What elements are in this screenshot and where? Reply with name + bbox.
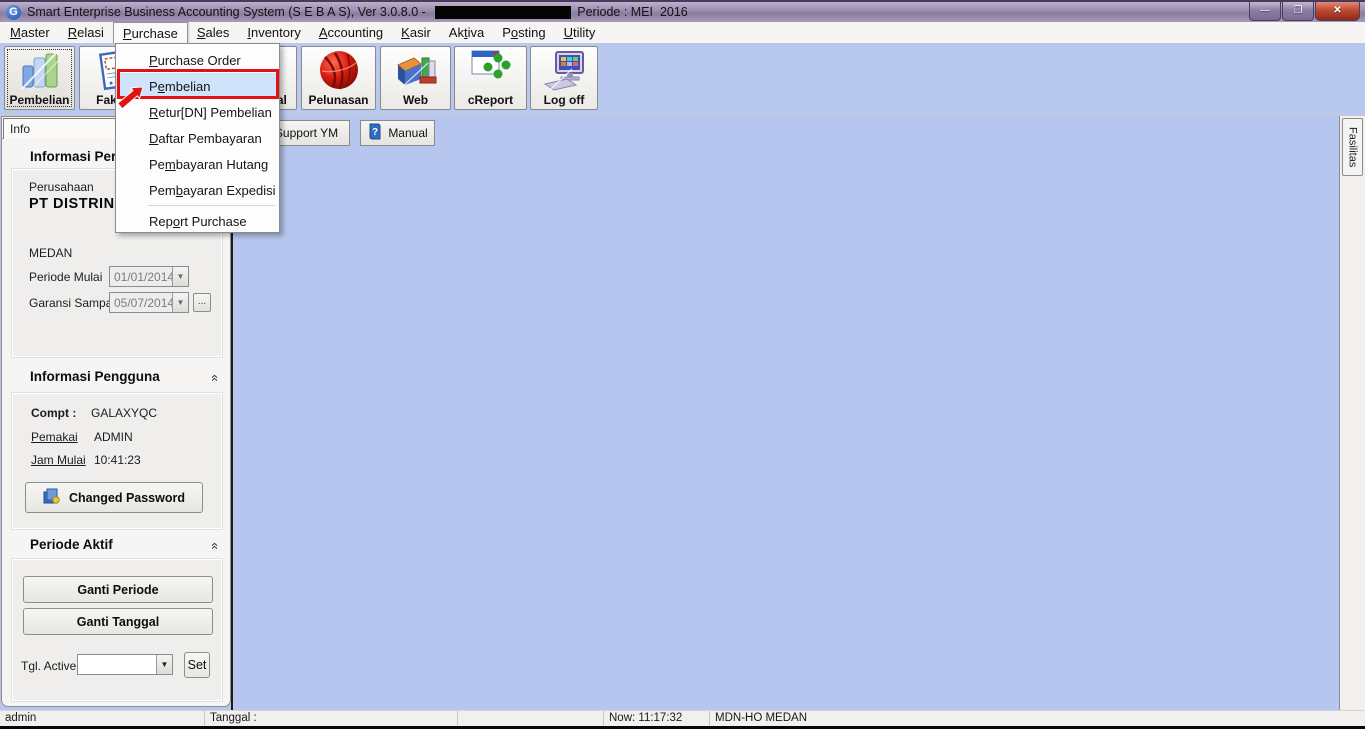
ganti-tanggal-button[interactable]: Ganti Tanggal [23, 608, 213, 635]
report-window-icon [469, 49, 513, 92]
redacted-company-name [435, 6, 571, 19]
pemakai-value: ADMIN [94, 430, 133, 444]
svg-text:?: ? [372, 127, 378, 138]
menu-purchase[interactable]: Purchase [113, 22, 188, 43]
tab-fasilitas[interactable]: Fasilitas [1342, 118, 1363, 176]
perusahaan-label: Perusahaan [29, 180, 94, 194]
compt-value: GALAXYQC [91, 406, 157, 420]
company-name: PT DISTRIN [29, 196, 115, 212]
chevron-down-icon[interactable]: ▼ [172, 267, 188, 286]
menu-kasir[interactable]: Kasir [392, 22, 440, 43]
toolbar-button-label: Log off [544, 93, 585, 107]
status-bar: admin Tanggal : Now: 11:17:32 MDN-HO MED… [0, 710, 1365, 726]
section-header-periode-aktif: Periode Aktif [30, 537, 113, 552]
annotation-arrow-icon [110, 80, 160, 120]
company-city: MEDAN [29, 246, 72, 260]
periode-mulai-label: Periode Mulai [29, 270, 102, 284]
menu-posting[interactable]: Posting [493, 22, 554, 43]
periode-mulai-combobox[interactable]: 01/01/2014 ▼ [109, 266, 189, 287]
browse-button[interactable]: ... [193, 293, 211, 312]
application-window: G Smart Enterprise Business Accounting S… [0, 0, 1365, 729]
tab-info[interactable]: Info [3, 118, 117, 139]
garansi-sampai-value: 05/07/2014 [110, 296, 172, 310]
garansi-sampai-combobox[interactable]: 05/07/2014 ▼ [109, 292, 189, 313]
purchase-chart-icon [18, 49, 62, 94]
title-bar: G Smart Enterprise Business Accounting S… [0, 0, 1365, 22]
main-content-area: Support YM ? Manual [233, 116, 1338, 710]
menu-item-pembayaran-hutang[interactable]: Pembayaran Hutang [116, 151, 279, 177]
manual-label: Manual [388, 126, 427, 140]
support-ym-label: Support YM [275, 126, 338, 140]
toolbar-pelunasan-button[interactable]: Pelunasan [301, 46, 376, 110]
toolbar-button-label: cReport [468, 93, 513, 107]
compt-label: Compt : [31, 406, 76, 420]
app-logo-icon: G [6, 5, 21, 20]
section-header-pengguna: Informasi Pengguna [30, 369, 160, 384]
menu-separator [148, 205, 275, 206]
collapse-chevron-icon[interactable]: « [207, 370, 221, 386]
menu-sales[interactable]: Sales [188, 22, 239, 43]
menu-item-pembayaran-expedisi[interactable]: Pembayaran Expedisi [116, 177, 279, 203]
status-empty [458, 711, 604, 726]
menu-utility[interactable]: Utility [555, 22, 605, 43]
close-button[interactable]: ✕ [1315, 2, 1360, 21]
tgl-active-combobox[interactable]: ▼ [77, 654, 173, 675]
minimize-button[interactable]: — [1249, 2, 1281, 21]
periode-mulai-value: 01/01/2014 [110, 270, 172, 284]
toolbar-creport-button[interactable]: cReport [454, 46, 527, 110]
menu-relasi[interactable]: Relasi [59, 22, 113, 43]
periode-aktif-box: Ganti Periode Ganti Tanggal Tgl. Active … [12, 559, 222, 701]
window-title: Smart Enterprise Business Accounting Sys… [27, 5, 429, 19]
restore-button[interactable]: ❐ [1282, 2, 1314, 21]
chevron-down-icon[interactable]: ▼ [172, 293, 188, 312]
status-tanggal: Tanggal : [205, 711, 458, 726]
status-branch: MDN-HO MEDAN [710, 711, 1365, 726]
changed-password-label: Changed Password [69, 491, 185, 505]
menu-item-report-purchase[interactable]: Report Purchase [116, 208, 279, 234]
jam-mulai-link[interactable]: Jam Mulai [31, 453, 86, 467]
pemakai-link[interactable]: Pemakai [31, 430, 78, 444]
ganti-periode-button[interactable]: Ganti Periode [23, 576, 213, 603]
toolbar-logoff-button[interactable]: Log off [530, 46, 598, 110]
garansi-sampai-label: Garansi Sampai [29, 296, 115, 310]
password-book-icon [43, 488, 62, 508]
status-now: Now: 11:17:32 [604, 711, 710, 726]
set-button[interactable]: Set [184, 652, 210, 678]
manual-book-icon: ? [367, 123, 382, 143]
collapse-chevron-icon[interactable]: « [207, 538, 221, 554]
menu-aktiva[interactable]: Aktiva [440, 22, 493, 43]
toolbar-pembelian-button[interactable]: Pembelian [4, 46, 75, 110]
computer-icon [542, 49, 586, 94]
manual-button[interactable]: ? Manual [360, 120, 435, 146]
menu-accounting[interactable]: Accounting [310, 22, 392, 43]
changed-password-button[interactable]: Changed Password [25, 482, 203, 513]
toolbar-web-button[interactable]: Web [380, 46, 451, 110]
right-dock-strip: Fasilitas [1339, 116, 1365, 710]
status-user: admin [0, 711, 205, 726]
menu-bar: Master Relasi Purchase Sales Inventory A… [0, 22, 1365, 43]
window-controls: — ❐ ✕ [1248, 2, 1360, 21]
menu-master[interactable]: Master [1, 22, 59, 43]
red-ball-icon [317, 49, 361, 96]
menu-inventory[interactable]: Inventory [238, 22, 310, 43]
chevron-down-icon[interactable]: ▼ [156, 655, 172, 674]
toolbar-button-label: Web [403, 93, 428, 107]
jam-mulai-value: 10:41:23 [94, 453, 141, 467]
toolbar-button-label: Pembelian [9, 93, 69, 107]
menu-item-daftar-pembayaran[interactable]: Daftar Pembayaran [116, 125, 279, 151]
user-info-box: Compt : GALAXYQC Pemakai ADMIN Jam Mulai… [12, 393, 222, 529]
window-title-periode: Periode : MEI 2016 [577, 5, 687, 19]
tgl-active-label: Tgl. Active [21, 659, 76, 673]
web-box-icon [394, 49, 438, 94]
